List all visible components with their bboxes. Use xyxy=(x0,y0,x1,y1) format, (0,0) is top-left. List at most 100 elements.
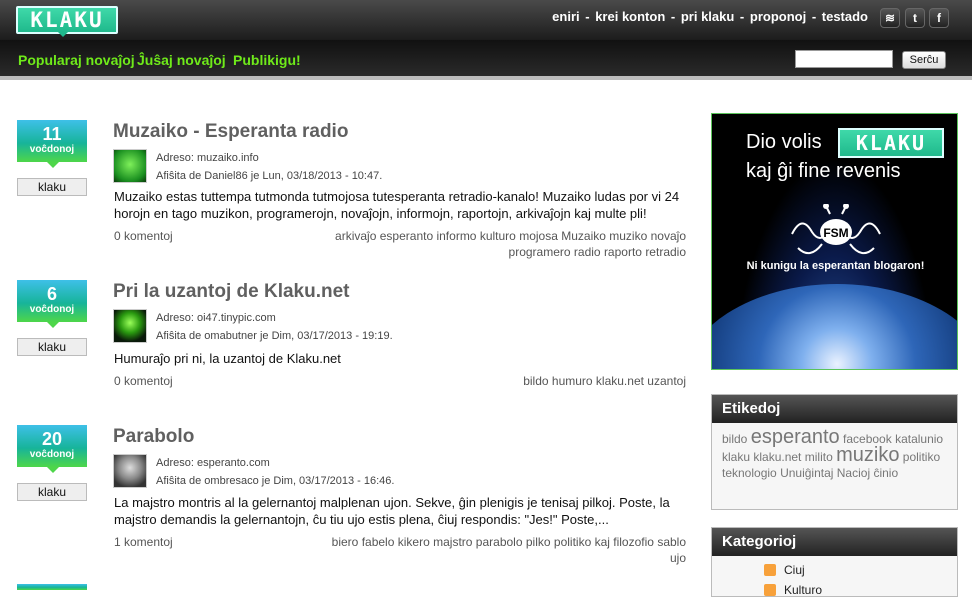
cloud-tag[interactable]: teknologio xyxy=(722,466,777,480)
vote-tail xyxy=(47,467,59,473)
category-item[interactable]: Kulturo xyxy=(784,583,822,597)
rss-icon[interactable] xyxy=(764,564,776,576)
entry-address: Adreso: oi47.tinypic.com xyxy=(156,312,276,324)
entry-comments[interactable]: 1 komentoj xyxy=(114,535,173,549)
categories-box: Kategorioj Ciuj Kulturo xyxy=(711,527,958,597)
fsm-label: FSM xyxy=(823,226,848,240)
testing-link[interactable]: testado xyxy=(822,9,868,24)
tag-cloud: bildo esperanto facebook katalunio klaku… xyxy=(712,423,957,487)
tag-link[interactable]: arkivaĵo xyxy=(335,229,376,243)
entry-title[interactable]: Muzaiko - Esperanta radio xyxy=(113,121,348,143)
tag-link[interactable]: uzantoj xyxy=(647,374,686,388)
twitter-icon[interactable]: t xyxy=(905,8,925,28)
entry-title[interactable]: Pri la uzantoj de Klaku.net xyxy=(113,281,350,303)
vote-button[interactable]: klaku xyxy=(17,338,87,356)
tag-link[interactable]: biero xyxy=(332,535,359,549)
entry-address: Adreso: muzaiko.info xyxy=(156,152,259,164)
cloud-tag[interactable]: klaku xyxy=(722,450,750,464)
vote-label: voĉdonoj xyxy=(29,144,75,155)
tag-link[interactable]: ujo xyxy=(670,551,686,565)
vote-label: voĉdonoj xyxy=(29,449,75,460)
tags-box: Etikedoj bildo esperanto facebook katalu… xyxy=(711,394,958,510)
entry-comments[interactable]: 0 komentoj xyxy=(114,374,173,388)
tag-link[interactable]: bildo xyxy=(523,374,548,388)
vote-count: 6 voĉdonoj xyxy=(17,280,87,322)
proposals-link[interactable]: proponoj xyxy=(750,9,806,24)
cloud-tag[interactable]: ĉinio xyxy=(873,466,898,480)
tag-link[interactable]: raporto xyxy=(604,245,642,259)
cloud-tag[interactable]: muziko xyxy=(836,444,899,466)
nav-recent[interactable]: Ĵuŝaj novaĵoj xyxy=(137,52,226,68)
entry-comments[interactable]: 0 komentoj xyxy=(114,229,173,243)
search-button[interactable]: Serĉu xyxy=(902,51,946,69)
vote-tail xyxy=(47,322,59,328)
cloud-tag[interactable]: bildo xyxy=(722,432,747,446)
search-input[interactable] xyxy=(795,50,893,68)
nav-bar: Popularaj novaĵoj Ĵuŝaj novaĵoj Publikig… xyxy=(0,40,972,80)
tag-link[interactable]: retradio xyxy=(645,245,686,259)
nav-popular[interactable]: Popularaj novaĵoj xyxy=(18,52,135,68)
flying-spaghetti-monster-icon: FSM xyxy=(791,204,881,255)
user-links: eniri - krei konton - pri klaku - propon… xyxy=(552,9,868,24)
cloud-tag[interactable]: politiko xyxy=(903,450,940,464)
rss-icon[interactable] xyxy=(764,584,776,596)
entry-tags: bildo humuro klaku.net uzantoj xyxy=(266,373,686,389)
cloud-tag[interactable]: esperanto xyxy=(751,426,840,448)
tag-link[interactable]: kulturo xyxy=(480,229,516,243)
tag-link[interactable]: klaku.net xyxy=(596,374,644,388)
nav-publish[interactable]: Publikigu! xyxy=(233,52,301,68)
site-logo[interactable]: KLAKU xyxy=(16,6,118,34)
tag-link[interactable]: humuro xyxy=(552,374,593,388)
rss-icon[interactable]: ≋ xyxy=(880,8,900,28)
tag-link[interactable]: parabolo xyxy=(476,535,523,549)
banner-logo: KLAKU xyxy=(838,128,944,158)
tag-link[interactable]: muziko xyxy=(609,229,647,243)
tag-link[interactable]: pilko xyxy=(526,535,551,549)
logo-text: KLAKU xyxy=(30,8,104,32)
banner-line-1: Dio volis xyxy=(746,131,822,153)
vote-number: 20 xyxy=(41,429,63,449)
tag-link[interactable]: kikero xyxy=(398,535,430,549)
facebook-icon[interactable]: f xyxy=(929,8,949,28)
promo-banner[interactable]: Dio volis KLAKU kaj ĝi fine revenis FSM … xyxy=(711,113,958,370)
entry-body: Muzaiko estas tuttempa tutmonda tutmojos… xyxy=(114,189,680,221)
entry-posted: Afiŝita de ombresaco je Dim, 03/17/2013 … xyxy=(156,475,395,487)
cloud-tag[interactable]: klaku.net xyxy=(753,450,801,464)
cloud-tag[interactable]: milito xyxy=(805,450,833,464)
entry-posted: Afiŝita de omabutner je Dim, 03/17/2013 … xyxy=(156,330,393,342)
tag-link[interactable]: politiko xyxy=(554,535,591,549)
register-link[interactable]: krei konton xyxy=(595,9,665,24)
about-link[interactable]: pri klaku xyxy=(681,9,734,24)
tag-link[interactable]: kaj filozofio xyxy=(595,535,654,549)
cloud-tag[interactable]: Unuiĝintaj Nacioj xyxy=(780,466,870,480)
banner-line-2: kaj ĝi fine revenis xyxy=(746,160,901,182)
vote-count: 20 voĉdonoj xyxy=(17,425,87,467)
categories-box-title: Kategorioj xyxy=(712,528,957,556)
vote-tail xyxy=(47,162,59,168)
entry-title[interactable]: Parabolo xyxy=(113,426,194,448)
tag-link[interactable]: Muzaiko xyxy=(561,229,606,243)
entry-body: La majstro montris al la gelernantoj mal… xyxy=(114,495,670,527)
login-link[interactable]: eniri xyxy=(552,9,579,24)
tags-box-title: Etikedoj xyxy=(712,395,957,423)
tag-link[interactable]: radio xyxy=(574,245,601,259)
planet-image xyxy=(712,284,957,369)
entry-thumbnail xyxy=(113,149,147,183)
tag-link[interactable]: majstro xyxy=(433,535,472,549)
tag-link[interactable]: programero xyxy=(509,245,571,259)
vote-count-partial xyxy=(17,584,87,590)
logo-tail xyxy=(58,32,68,37)
entry-thumbnail xyxy=(113,309,147,343)
entry-tags: biero fabelo kikero majstro parabolo pil… xyxy=(266,534,686,566)
tag-link[interactable]: sablo xyxy=(657,535,686,549)
tag-link[interactable]: fabelo xyxy=(362,535,395,549)
tag-link[interactable]: mojosa xyxy=(519,229,558,243)
vote-button[interactable]: klaku xyxy=(17,483,87,501)
cloud-tag[interactable]: katalunio xyxy=(895,432,943,446)
tag-link[interactable]: novaĵo xyxy=(651,229,686,243)
vote-button[interactable]: klaku xyxy=(17,178,87,196)
entry-thumbnail xyxy=(113,454,147,488)
category-item[interactable]: Ciuj xyxy=(784,563,805,577)
tag-link[interactable]: esperanto xyxy=(380,229,433,243)
tag-link[interactable]: informo xyxy=(436,229,476,243)
